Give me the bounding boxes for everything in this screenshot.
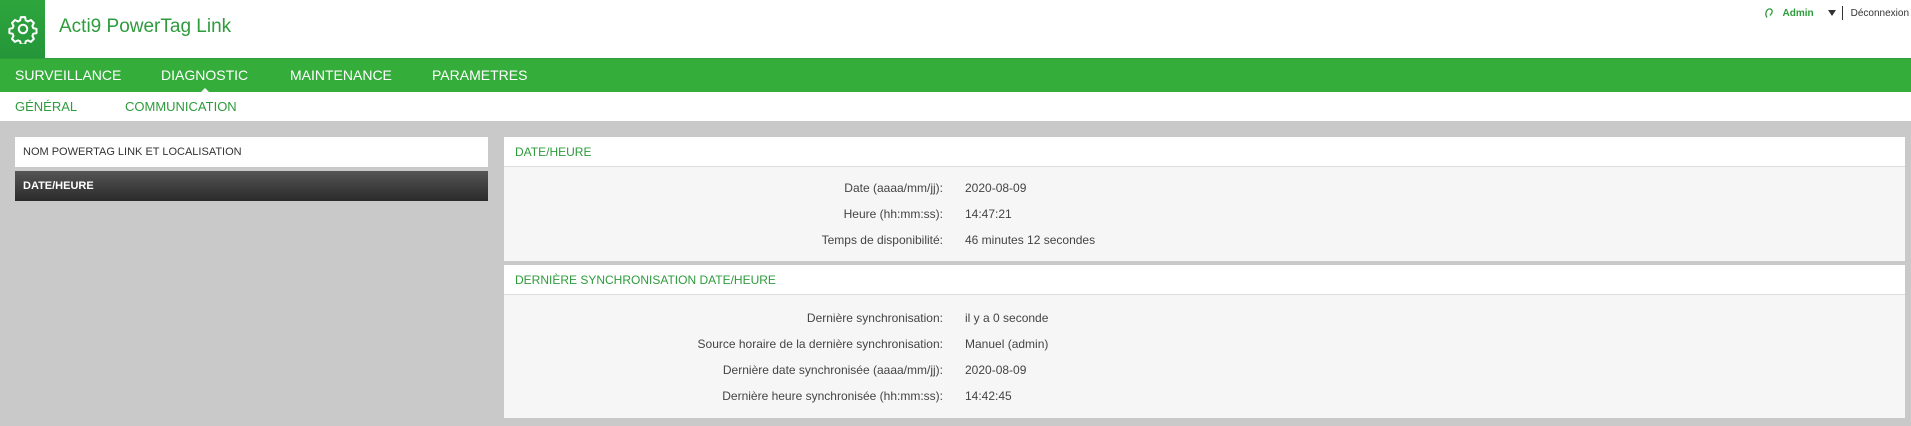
- datetime-panel-title: DATE/HEURE: [504, 137, 1905, 167]
- user-name[interactable]: Admin: [1783, 8, 1814, 19]
- sync-row: Dernière synchronisation: il y a 0 secon…: [504, 311, 1905, 327]
- datetime-row: Heure (hh:mm:ss): 14:47:21: [504, 207, 1905, 223]
- sidebar-item-datetime[interactable]: DATE/HEURE: [15, 171, 488, 201]
- sync-row: Dernière heure synchronisée (hh:mm:ss): …: [504, 389, 1905, 405]
- date-label: Date (aaaa/mm/jj):: [844, 181, 943, 195]
- uptime-label: Temps de disponibilité:: [821, 233, 943, 247]
- sync-panel-title: DERNIÈRE SYNCHRONISATION DATE/HEURE: [504, 265, 1905, 295]
- sync-source-label: Source horaire de la dernière synchronis…: [697, 337, 943, 351]
- tab-communication[interactable]: COMMUNICATION: [125, 92, 237, 121]
- nav-parametres[interactable]: PARAMETRES: [432, 59, 527, 93]
- datetime-panel: DATE/HEURE Date (aaaa/mm/jj): 2020-08-09…: [504, 137, 1905, 261]
- sync-source-value: Manuel (admin): [965, 337, 1049, 351]
- sync-date-value: 2020-08-09: [965, 363, 1027, 377]
- sync-panel: DERNIÈRE SYNCHRONISATION DATE/HEURE Dern…: [504, 265, 1905, 418]
- last-sync-value: il y a 0 seconde: [965, 311, 1049, 325]
- datetime-row: Temps de disponibilité: 46 minutes 12 se…: [504, 233, 1905, 249]
- sync-time-value: 14:42:45: [965, 389, 1012, 403]
- last-sync-label: Dernière synchronisation:: [806, 311, 943, 325]
- sub-nav: GÉNÉRAL COMMUNICATION: [0, 92, 1911, 121]
- time-label: Heure (hh:mm:ss):: [843, 207, 943, 221]
- chevron-down-icon[interactable]: [1827, 10, 1836, 16]
- nav-diagnostic[interactable]: DIAGNOSTIC: [161, 59, 248, 93]
- sync-time-label: Dernière heure synchronisée (hh:mm:ss):: [722, 389, 943, 403]
- sidebar-item-name-location[interactable]: NOM POWERTAG LINK ET LOCALISATION: [15, 137, 488, 167]
- nav-maintenance[interactable]: MAINTENANCE: [290, 59, 392, 93]
- header-divider: [1841, 6, 1843, 20]
- tab-general[interactable]: GÉNÉRAL: [15, 92, 77, 121]
- nav-surveillance[interactable]: SURVEILLANCE: [15, 59, 121, 93]
- gear-icon: [7, 16, 37, 44]
- user-icon: [1764, 8, 1773, 18]
- main-nav: SURVEILLANCE DIAGNOSTIC MAINTENANCE PARA…: [0, 58, 1911, 93]
- sync-row: Source horaire de la dernière synchronis…: [504, 337, 1905, 353]
- app-title: Acti9 PowerTag Link: [59, 16, 232, 37]
- app-logo[interactable]: [0, 0, 45, 58]
- time-value: 14:47:21: [965, 207, 1012, 221]
- datetime-row: Date (aaaa/mm/jj): 2020-08-09: [504, 181, 1905, 197]
- uptime-value: 46 minutes 12 secondes: [965, 233, 1096, 247]
- sync-date-label: Dernière date synchronisée (aaaa/mm/jj):: [722, 363, 943, 377]
- date-value: 2020-08-09: [965, 181, 1027, 195]
- sync-row: Dernière date synchronisée (aaaa/mm/jj):…: [504, 363, 1905, 379]
- app-header: Acti9 PowerTag Link Admin Déconnexion: [0, 0, 1911, 58]
- user-area: Admin Déconnexion: [1763, 6, 1911, 20]
- logout-link[interactable]: Déconnexion: [1851, 8, 1911, 19]
